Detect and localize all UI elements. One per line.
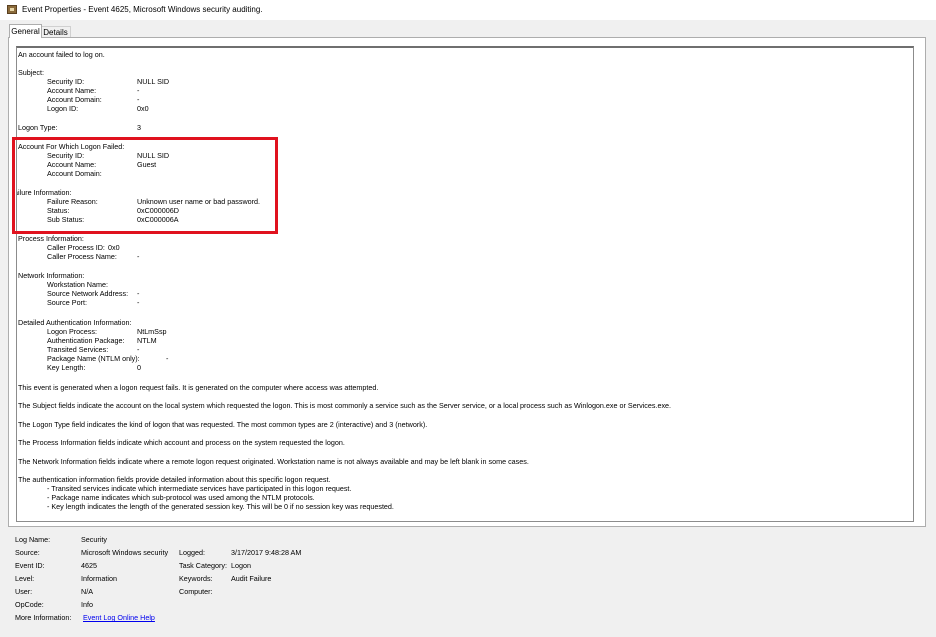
field-label: Source Network Address: [47, 289, 129, 298]
network-info-header: Network Information: [18, 271, 85, 280]
field-label: Transited Services: [47, 345, 109, 354]
description-intro: An account failed to log on. [18, 50, 105, 59]
field-label: Security ID: [47, 77, 85, 86]
explanation-paragraph: The Logon Type field indicates the kind … [18, 420, 428, 429]
explanation-paragraph: The Process Information fields indicate … [18, 438, 345, 447]
logon-type-value: 3 [137, 123, 141, 132]
logged-label: Logged: [179, 548, 205, 557]
field-value: NULL SID [137, 77, 170, 86]
task-category-value: Logon [231, 561, 251, 570]
field-value: - [166, 354, 169, 363]
log-name-value: Security [81, 535, 107, 544]
field-value: - [137, 86, 140, 95]
user-value: N/A [81, 587, 93, 596]
opcode-value: Info [81, 600, 93, 609]
field-value: - [137, 298, 140, 307]
explanation-paragraph: The Network Information fields indicate … [18, 457, 529, 466]
explanation-paragraph: This event is generated when a logon req… [18, 383, 379, 392]
log-name-label: Log Name: [15, 535, 51, 544]
field-value: NTLM [137, 336, 157, 345]
field-label: Caller Process ID: [47, 243, 105, 252]
window-title: Event Properties - Event 4625, Microsoft… [22, 5, 263, 14]
explanation-paragraph: The authentication information fields pr… [18, 475, 331, 484]
field-value: - [137, 289, 140, 298]
event-description-box[interactable]: An account failed to log on. Subject: Se… [16, 46, 914, 522]
field-label: Key Length: [47, 363, 86, 372]
title-bar: Event Properties - Event 4625, Microsoft… [0, 0, 936, 20]
field-label: Caller Process Name: [47, 252, 117, 261]
explanation-bullet: - Transited services indicate which inte… [47, 484, 352, 493]
keywords-label: Keywords: [179, 574, 213, 583]
field-label: Authentication Package: [47, 336, 125, 345]
event-id-value: 4625 [81, 561, 97, 570]
subject-header: Subject: [18, 68, 44, 77]
keywords-value: Audit Failure [231, 574, 272, 583]
source-label: Source: [15, 548, 40, 557]
more-info-label: More Information: [15, 613, 72, 622]
logged-value: 3/17/2017 9:48:28 AM [231, 548, 302, 557]
field-label: Source Port: [47, 298, 87, 307]
description-box-corner [16, 46, 25, 56]
field-value: - [137, 252, 140, 261]
highlight-annotation-box [12, 137, 278, 234]
process-info-header: Process Information: [18, 234, 84, 243]
field-value: - [137, 345, 140, 354]
field-label: Account Domain: [47, 95, 102, 104]
field-value: - [137, 95, 140, 104]
event-id-label: Event ID: [15, 561, 45, 570]
user-label: User: [15, 587, 33, 596]
auth-info-header: Detailed Authentication Information: [18, 318, 132, 327]
field-value: 0x0 [108, 243, 120, 252]
event-log-online-help-link[interactable]: Event Log Online Help [83, 613, 155, 622]
explanation-paragraph: The Subject fields indicate the account … [18, 401, 672, 410]
field-value: 0 [137, 363, 141, 372]
field-value: NtLmSsp [137, 327, 167, 336]
field-value: 0x0 [137, 104, 149, 113]
level-label: Level: [15, 574, 35, 583]
field-label: Logon ID: [47, 104, 79, 113]
computer-label: Computer: [179, 587, 213, 596]
tab-general[interactable]: General [9, 24, 42, 38]
source-value: Microsoft Windows security [81, 548, 169, 557]
level-value: Information [81, 574, 117, 583]
logon-type-label: Logon Type: [18, 123, 58, 132]
explanation-bullet: - Key length indicates the length of the… [47, 502, 394, 511]
field-label: Logon Process: [47, 327, 97, 336]
explanation-bullet: - Package name indicates which sub-proto… [47, 493, 315, 502]
field-label: Account Name: [47, 86, 97, 95]
field-label: Workstation Name: [47, 280, 108, 289]
event-viewer-icon [7, 5, 17, 14]
opcode-label: OpCode: [15, 600, 44, 609]
task-category-label: Task Category: [179, 561, 227, 570]
field-label: Package Name (NTLM only): [47, 354, 140, 363]
